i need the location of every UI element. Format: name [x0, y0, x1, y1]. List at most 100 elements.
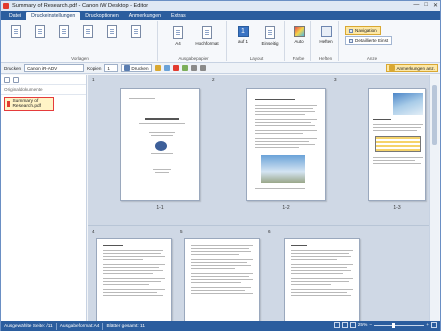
insert-icon[interactable]: [181, 65, 188, 71]
pages-per-sheet-button[interactable]: 1 auf 1: [232, 26, 254, 44]
folder-icon[interactable]: [154, 65, 161, 71]
fit-page-icon[interactable]: [431, 322, 437, 328]
photo-image: [393, 93, 423, 115]
zoom-slider[interactable]: [374, 322, 425, 328]
group-label-farbe: Farbe: [292, 56, 305, 61]
status-separator: [55, 322, 57, 330]
copies-label: Kopien: [87, 65, 102, 71]
tab-extras[interactable]: Extras: [166, 12, 191, 20]
text-line: [149, 132, 175, 133]
text-line: [103, 259, 143, 260]
text-line: [191, 290, 245, 291]
text-line: [155, 172, 169, 173]
tab-datei[interactable]: Datei: [4, 12, 26, 20]
text-line: [191, 245, 253, 246]
logo-image: [155, 141, 167, 151]
navigation-button[interactable]: Navigation: [345, 26, 381, 35]
text-line: [191, 287, 251, 288]
window-controls: — □ ✕: [413, 2, 438, 9]
group-label-anze: Anze: [366, 56, 378, 61]
staple-icon: [320, 26, 332, 37]
status-bar: Ausgewählte Seite: /11 Ausgabeformat:A4 …: [1, 321, 440, 331]
template-5[interactable]: [107, 25, 117, 40]
page-thumbnail-6[interactable]: [284, 238, 360, 321]
tab-anmerkungen[interactable]: Anmerkungen: [124, 12, 166, 20]
page-number: 6: [268, 229, 271, 234]
text-line: [373, 157, 423, 158]
text-line: [255, 144, 315, 145]
window-title: Summary of Research.pdf - Canon iW Deskt…: [12, 3, 149, 9]
page-thumbnail-2[interactable]: [246, 88, 326, 201]
text-line: [191, 251, 251, 252]
sidebar-header: Originaldokumente: [1, 85, 86, 95]
page-thumbnail-1[interactable]: [120, 88, 200, 201]
text-line: [291, 289, 353, 290]
group-heften: Heften Heften: [313, 21, 339, 61]
selected-page-status: Ausgewählte Seite: /11: [4, 323, 53, 329]
delete-icon[interactable]: [172, 65, 179, 71]
output-format-status: Ausgabeformat:A4: [59, 323, 100, 329]
ribbon: Vorlagen A4 Hochformat Ausgabepapier 1 a…: [1, 20, 440, 63]
two-page-view-icon[interactable]: [341, 322, 348, 328]
minimize-button[interactable]: —: [413, 2, 419, 9]
preview-scrollbar[interactable]: [429, 75, 439, 321]
group-anze: Navigation Detaillierte Einst Anze: [341, 21, 403, 61]
copies-input[interactable]: 1: [104, 64, 119, 72]
text-line: [255, 188, 305, 189]
add-document-icon[interactable]: [4, 76, 10, 83]
text-line: [129, 98, 155, 99]
printer-select[interactable]: Canon iR-ADV: [24, 64, 85, 72]
pages-per-sheet-label: auf 1: [237, 39, 248, 44]
text-line: [291, 281, 349, 282]
page-label: 1-1: [156, 205, 164, 211]
text-line: [191, 262, 247, 263]
page-thumbnail-5[interactable]: [184, 238, 260, 321]
heading-line: [291, 245, 307, 246]
text-line: [103, 264, 165, 265]
zoom-in-icon[interactable]: +: [426, 323, 429, 328]
template-6[interactable]: [131, 25, 141, 40]
template-1[interactable]: [11, 25, 21, 40]
template-page-icon: [107, 25, 117, 38]
text-line: [291, 267, 347, 268]
print-button[interactable]: Drucken: [121, 64, 152, 72]
single-page-view-icon[interactable]: [333, 322, 340, 328]
staple-button[interactable]: Heften: [315, 26, 337, 44]
paper-size-button[interactable]: A4: [167, 26, 189, 46]
tab-druckeinstellungen[interactable]: Druckeinstellungen: [26, 12, 81, 20]
undo-icon[interactable]: [190, 65, 197, 71]
duplex-label: Einseitig: [261, 41, 279, 46]
text-line: [255, 147, 299, 148]
duplex-button[interactable]: Einseitig: [257, 26, 283, 46]
redo-icon[interactable]: [199, 65, 206, 71]
detailed-settings-label: Detaillierte Einst: [355, 38, 389, 43]
text-line: [255, 138, 317, 139]
detailed-settings-button[interactable]: Detaillierte Einst: [345, 36, 393, 45]
group-vorlagen: Vorlagen: [3, 21, 158, 61]
template-2[interactable]: [35, 25, 45, 40]
close-button[interactable]: ✕: [433, 2, 438, 9]
text-line: [291, 292, 347, 293]
document-settings-icon[interactable]: [13, 76, 19, 83]
orientation-button[interactable]: Hochformat: [191, 26, 223, 46]
scrollbar-thumb[interactable]: [432, 85, 437, 145]
zoom-out-icon[interactable]: −: [369, 323, 372, 328]
app-icon: [3, 3, 9, 9]
template-3[interactable]: [59, 25, 69, 40]
thumbnail-view-icon[interactable]: [349, 322, 356, 328]
text-line: [255, 141, 309, 142]
text-line: [255, 111, 315, 112]
color-mode-button[interactable]: Auto: [289, 26, 309, 44]
sidebar-toolbar: [1, 75, 86, 85]
text-line: [103, 270, 163, 271]
print-button-label: Drucken: [131, 65, 149, 71]
save-icon[interactable]: [163, 65, 170, 71]
template-4[interactable]: [83, 25, 93, 40]
text-line: [151, 135, 173, 136]
page-thumbnail-3[interactable]: [368, 88, 426, 201]
maximize-button[interactable]: □: [424, 2, 428, 9]
page-thumbnail-4[interactable]: [96, 238, 172, 321]
show-annotations-button[interactable]: Anmerkungen anz.: [386, 64, 438, 72]
tab-druckoptionen[interactable]: Druckoptionen: [80, 12, 123, 20]
document-item[interactable]: Summary of Research.pdf: [4, 97, 54, 111]
